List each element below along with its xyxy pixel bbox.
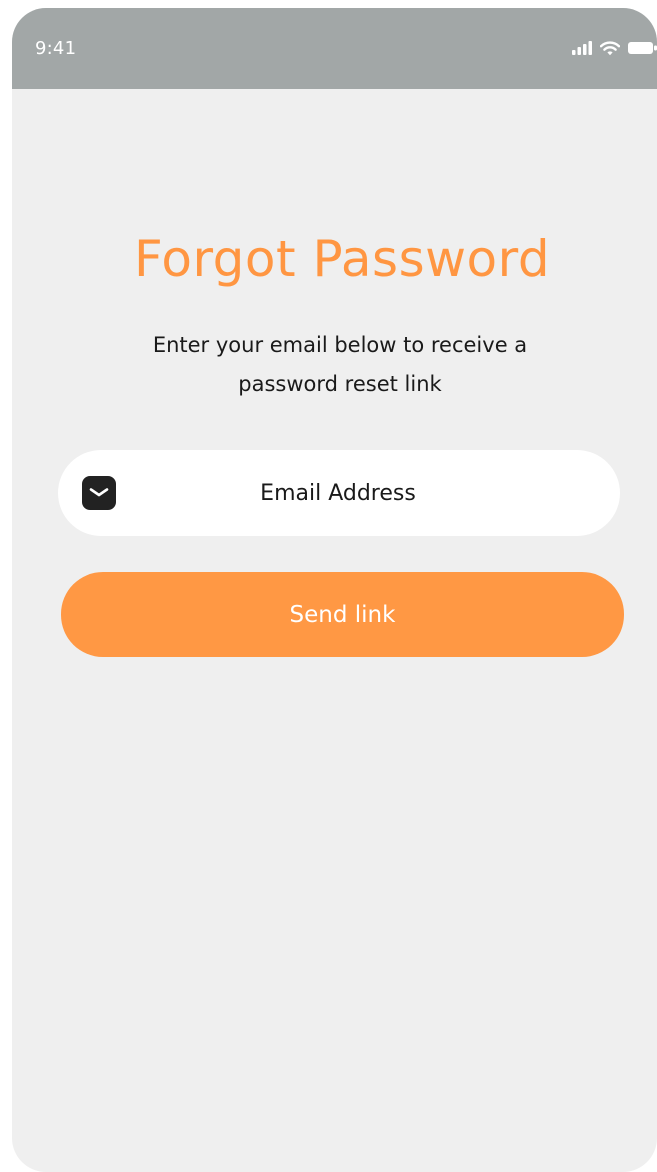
page-title: Forgot Password	[133, 230, 551, 288]
mail-icon	[82, 476, 116, 510]
email-input[interactable]	[138, 450, 538, 536]
signal-icon	[572, 41, 592, 55]
email-field[interactable]	[58, 450, 620, 536]
battery-icon	[628, 42, 657, 54]
send-link-button[interactable]: Send link	[61, 572, 624, 657]
status-bar: 9:41	[12, 8, 657, 89]
status-icons	[572, 38, 657, 58]
subtitle-line-2: password reset link	[238, 372, 442, 396]
subtitle-line-1: Enter your email below to receive a	[152, 333, 528, 357]
page-subtitle: Enter your email below to receive a pass…	[90, 326, 590, 404]
status-time: 9:41	[35, 38, 77, 59]
wifi-icon	[600, 40, 620, 55]
phone-screen: 9:41 Forgot Password Enter your email be…	[12, 8, 657, 1172]
